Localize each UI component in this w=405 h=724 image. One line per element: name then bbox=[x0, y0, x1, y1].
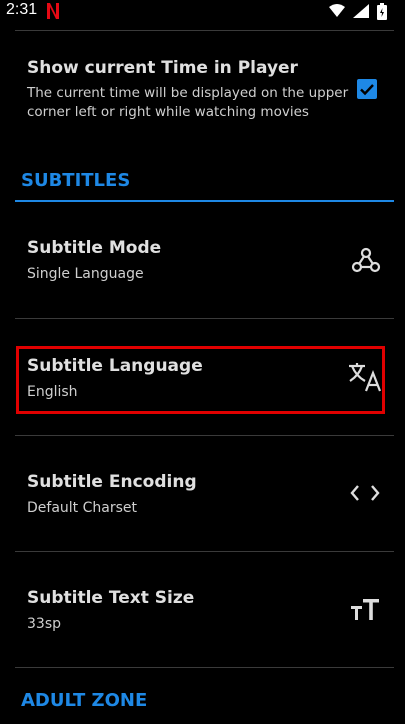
text-size-icon bbox=[351, 599, 379, 620]
pref-show-current-time[interactable]: Show current Time in Player The current … bbox=[0, 50, 405, 130]
section-header-adult-zone: ADULT ZONE bbox=[21, 690, 148, 711]
status-icons bbox=[329, 2, 387, 20]
show-time-checkbox[interactable] bbox=[357, 79, 377, 99]
pref-title: Subtitle Text Size bbox=[27, 588, 195, 608]
section-header-subtitles: SUBTITLES bbox=[21, 170, 131, 191]
status-bar: 2:31 bbox=[0, 0, 405, 22]
status-time: 2:31 bbox=[6, 1, 38, 18]
section-divider bbox=[15, 200, 394, 202]
selection-highlight bbox=[16, 346, 385, 414]
pref-subtitle-mode[interactable]: Subtitle Mode Single Language bbox=[0, 220, 405, 310]
pref-description-line-1: The current time will be displayed on th… bbox=[27, 85, 349, 101]
pref-summary: Default Charset bbox=[27, 500, 137, 516]
pref-subtitle-text-size[interactable]: Subtitle Text Size 33sp bbox=[0, 571, 405, 661]
battery-icon bbox=[377, 2, 387, 20]
pref-summary: Single Language bbox=[27, 266, 144, 282]
divider bbox=[15, 435, 394, 436]
code-brackets-icon bbox=[350, 485, 380, 501]
signal-icon bbox=[353, 4, 369, 18]
divider bbox=[15, 318, 394, 319]
divider bbox=[15, 30, 394, 31]
check-icon bbox=[360, 84, 374, 96]
divider bbox=[15, 551, 394, 552]
webhook-icon bbox=[351, 247, 381, 273]
divider bbox=[15, 667, 394, 668]
netflix-notification-icon bbox=[47, 3, 59, 19]
pref-title: Subtitle Mode bbox=[27, 238, 162, 258]
pref-title: Subtitle Encoding bbox=[27, 472, 197, 492]
pref-description-line-2: corner left or right while watching movi… bbox=[27, 104, 309, 120]
pref-title: Show current Time in Player bbox=[27, 58, 298, 78]
pref-subtitle-encoding[interactable]: Subtitle Encoding Default Charset bbox=[0, 455, 405, 545]
wifi-icon bbox=[329, 4, 345, 17]
pref-summary: 33sp bbox=[27, 616, 61, 632]
